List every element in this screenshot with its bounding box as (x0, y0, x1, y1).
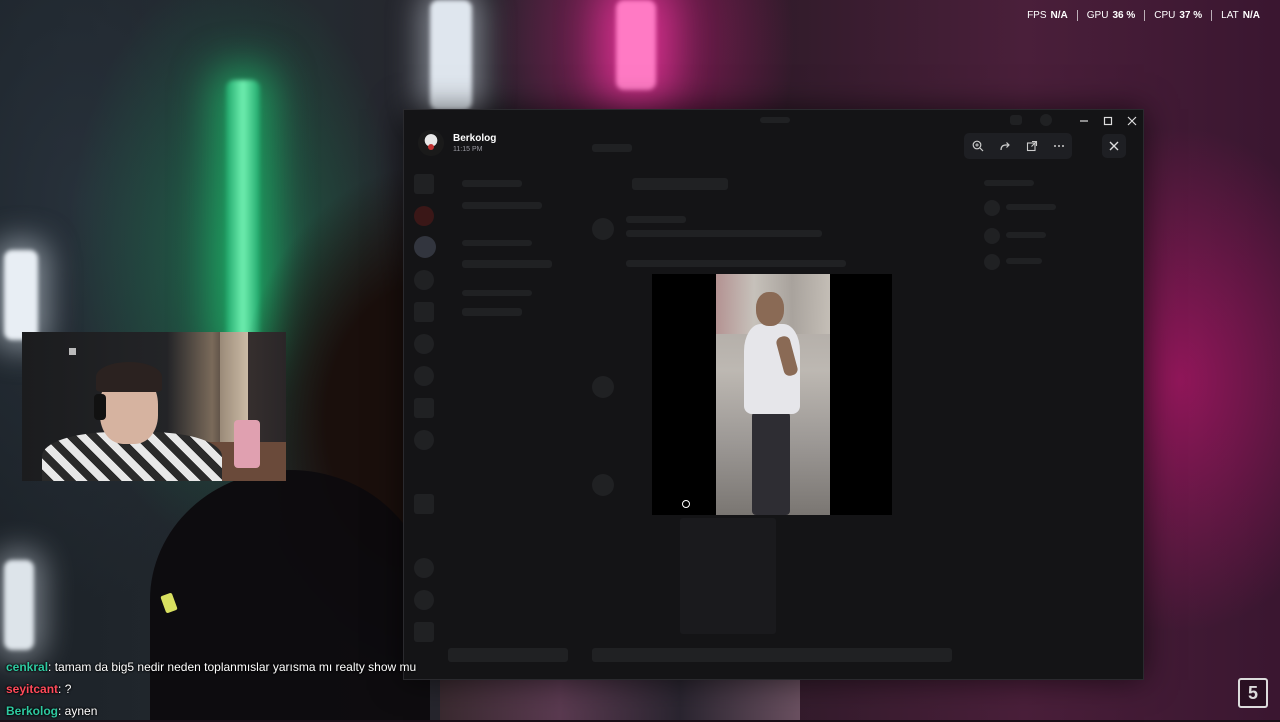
message-attachment (680, 518, 776, 634)
message-text (626, 230, 822, 237)
webcam-person-hair (96, 362, 162, 392)
server-icon[interactable] (414, 334, 434, 354)
minimize-icon[interactable] (1076, 113, 1092, 129)
member-avatar[interactable] (984, 200, 1000, 216)
help-icon[interactable] (1040, 114, 1052, 126)
mouse-cursor (682, 500, 690, 508)
chat-message: cenkral: tamam da big5 nedir neden topla… (6, 656, 416, 678)
webcam-headset (94, 394, 106, 420)
window-titlebar[interactable] (404, 110, 1143, 132)
channel-item[interactable] (462, 202, 542, 209)
webcam-cup (234, 420, 260, 468)
chat-text: : ? (58, 682, 72, 696)
chat-username: Berkolog (6, 704, 59, 718)
more-options-icon[interactable] (1049, 136, 1069, 156)
hud-label: GPU (1086, 10, 1109, 21)
stream-chat: cenkral: tamam da big5 nedir neden topla… (6, 656, 416, 722)
member-name[interactable] (1006, 232, 1046, 238)
chat-username: seyitcant (6, 682, 59, 696)
chat-username: cenkral (6, 660, 49, 674)
message-avatar (592, 376, 614, 398)
channel-item[interactable] (462, 308, 522, 316)
message-input[interactable] (592, 648, 952, 662)
inbox-icon[interactable] (1010, 115, 1022, 125)
media-timestamp: 11:15 PM (453, 146, 483, 153)
neon-light-white (4, 560, 34, 650)
open-external-icon[interactable] (1022, 136, 1042, 156)
server-icon[interactable] (414, 366, 434, 386)
webcam-mark (69, 348, 76, 355)
channel-header (592, 144, 632, 152)
video-person-head (756, 292, 784, 326)
webcam-feed (22, 332, 286, 481)
message-avatar (592, 218, 614, 240)
video-person-legs (752, 412, 790, 515)
hud-label: CPU (1154, 10, 1176, 21)
server-icon[interactable] (414, 558, 434, 578)
message-author (626, 216, 686, 223)
hud-value: 36 % (1112, 10, 1136, 21)
member-name[interactable] (1006, 258, 1042, 264)
chat-text: : aynen (58, 704, 98, 718)
neon-light-pink (616, 0, 656, 90)
maximize-icon[interactable] (1100, 113, 1116, 129)
message-text (626, 260, 846, 267)
stream-logo: 5 (1238, 678, 1268, 708)
hud-value: 37 % (1179, 10, 1203, 21)
media-viewer-header: Berkolog 11:15 PM (418, 130, 496, 156)
hud-latency: LAT N/A (1211, 10, 1269, 21)
close-window-icon[interactable] (1124, 113, 1140, 129)
hud-label: FPS (1027, 10, 1047, 21)
member-category (984, 180, 1034, 186)
media-author-name[interactable]: Berkolog (453, 133, 496, 144)
chat-message: Berkolog: aynen (6, 700, 416, 722)
server-icon[interactable] (414, 430, 434, 450)
discord-window[interactable]: Berkolog 11:15 PM (403, 109, 1144, 680)
user-panel[interactable] (448, 648, 568, 662)
channel-category[interactable] (462, 240, 532, 246)
hud-value: N/A (1242, 10, 1260, 21)
chat-text: : tamam da big5 nedir neden toplanmıslar… (48, 660, 417, 674)
foreground-object (440, 676, 800, 720)
performance-hud: FPS N/A GPU 36 % CPU 37 % LAT N/A (1018, 10, 1269, 21)
media-video[interactable] (716, 274, 830, 515)
message-embed (632, 178, 728, 190)
server-icon[interactable] (414, 494, 434, 514)
member-avatar[interactable] (984, 228, 1000, 244)
server-icon[interactable] (414, 622, 434, 642)
server-icon[interactable] (414, 590, 434, 610)
server-icon[interactable] (414, 174, 434, 194)
close-viewer-button[interactable] (1102, 134, 1126, 158)
channel-item[interactable] (462, 180, 522, 187)
server-icon[interactable] (414, 302, 434, 322)
hud-cpu: CPU 37 % (1144, 10, 1211, 21)
forward-icon[interactable] (995, 136, 1015, 156)
server-icon[interactable] (414, 206, 434, 226)
member-avatar[interactable] (984, 254, 1000, 270)
channel-item[interactable] (462, 260, 552, 268)
server-icon[interactable] (414, 270, 434, 290)
member-name[interactable] (1006, 204, 1056, 210)
chat-message: seyitcant: ? (6, 678, 416, 700)
hud-gpu: GPU 36 % (1076, 10, 1144, 21)
media-viewer-toolbar (964, 133, 1072, 159)
close-icon (1109, 141, 1119, 151)
hud-label: LAT (1221, 10, 1239, 21)
avatar[interactable] (418, 130, 444, 156)
zoom-icon[interactable] (968, 136, 988, 156)
neon-light-white (4, 250, 38, 340)
message-avatar (592, 474, 614, 496)
window-title-placeholder (760, 117, 790, 123)
channel-category[interactable] (462, 290, 532, 296)
server-icon[interactable] (414, 398, 434, 418)
hud-value: N/A (1050, 10, 1068, 21)
server-icon[interactable] (414, 236, 436, 258)
hud-fps: FPS N/A (1018, 10, 1077, 21)
